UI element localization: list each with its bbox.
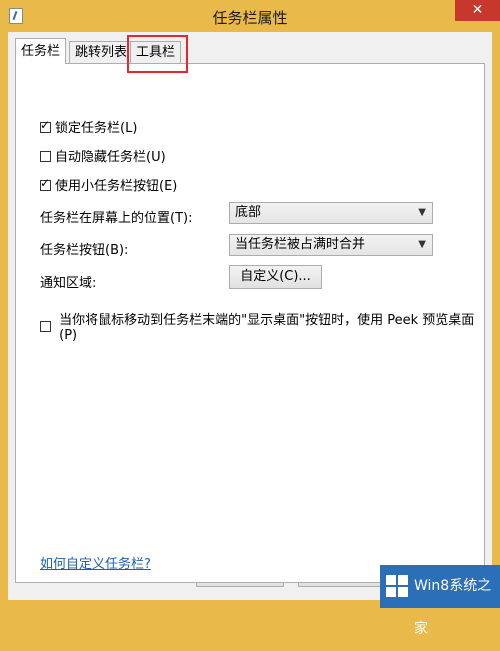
notification-area-label: 通知区域: <box>40 276 97 291</box>
taskbar-buttons-select[interactable]: 当任务栏被占满时合并 ▼ <box>229 234 433 256</box>
position-value: 底部 <box>235 205 262 220</box>
peek-option[interactable]: 当你将鼠标移动到任务栏末端的"显示桌面"按钮时，使用 Peek 预览桌面 (P) <box>40 309 474 343</box>
lock-taskbar-checkbox[interactable] <box>40 118 51 133</box>
peek-label-block: 当你将鼠标移动到任务栏末端的"显示桌面"按钮时，使用 Peek 预览桌面 (P) <box>59 309 474 343</box>
auto-hide-checkbox[interactable] <box>40 151 51 162</box>
close-button[interactable]: ✕ <box>455 0 500 21</box>
lock-taskbar-option[interactable]: 锁定任务栏(L) <box>40 117 137 136</box>
position-select[interactable]: 底部 ▼ <box>229 202 433 224</box>
taskbar-properties-window: 任务栏属性 ✕ 任务栏 跳转列表 工具栏 锁定任务栏(L) 自动隐藏任务栏(U)… <box>0 0 500 637</box>
customize-button[interactable]: 自定义(C)... <box>229 265 322 289</box>
taskbar-tab-panel: 锁定任务栏(L) 自动隐藏任务栏(U) 使用小任务栏按钮(E) 任务栏在屏幕上的… <box>15 63 485 583</box>
toolbars-tab-highlight <box>127 35 188 73</box>
window-title: 任务栏属性 <box>212 9 288 27</box>
chevron-down-icon: ▼ <box>418 207 426 218</box>
title-bar[interactable]: 任务栏属性 ✕ <box>0 0 500 32</box>
lock-taskbar-label: 锁定任务栏(L) <box>55 121 138 136</box>
tab-jump-lists[interactable]: 跳转列表 <box>69 41 134 63</box>
windows-logo-icon <box>386 575 408 597</box>
watermark-badge: Win8系统之家 <box>380 565 500 637</box>
peek-checkbox[interactable] <box>40 321 51 332</box>
chevron-down-icon: ▼ <box>418 239 426 250</box>
peek-label-line2: (P) <box>59 328 78 343</box>
help-link[interactable]: 如何自定义任务栏? <box>40 553 151 572</box>
small-buttons-option[interactable]: 使用小任务栏按钮(E) <box>40 175 177 194</box>
watermark-text: Win8系统之家 <box>414 578 492 637</box>
small-buttons-checkbox[interactable] <box>40 176 51 191</box>
small-buttons-label: 使用小任务栏按钮(E) <box>55 179 178 194</box>
auto-hide-label: 自动隐藏任务栏(U) <box>55 150 166 165</box>
peek-label-line1: 当你将鼠标移动到任务栏末端的"显示桌面"按钮时，使用 Peek 预览桌面 <box>59 313 475 328</box>
auto-hide-option[interactable]: 自动隐藏任务栏(U) <box>40 146 166 165</box>
taskbar-buttons-value: 当任务栏被占满时合并 <box>235 237 366 252</box>
position-label: 任务栏在屏幕上的位置(T): <box>40 211 193 226</box>
dialog-client-area: 任务栏 跳转列表 工具栏 锁定任务栏(L) 自动隐藏任务栏(U) 使用小任务栏按… <box>8 32 492 600</box>
tab-taskbar[interactable]: 任务栏 <box>15 38 67 64</box>
taskbar-buttons-label: 任务栏按钮(B): <box>40 243 129 258</box>
